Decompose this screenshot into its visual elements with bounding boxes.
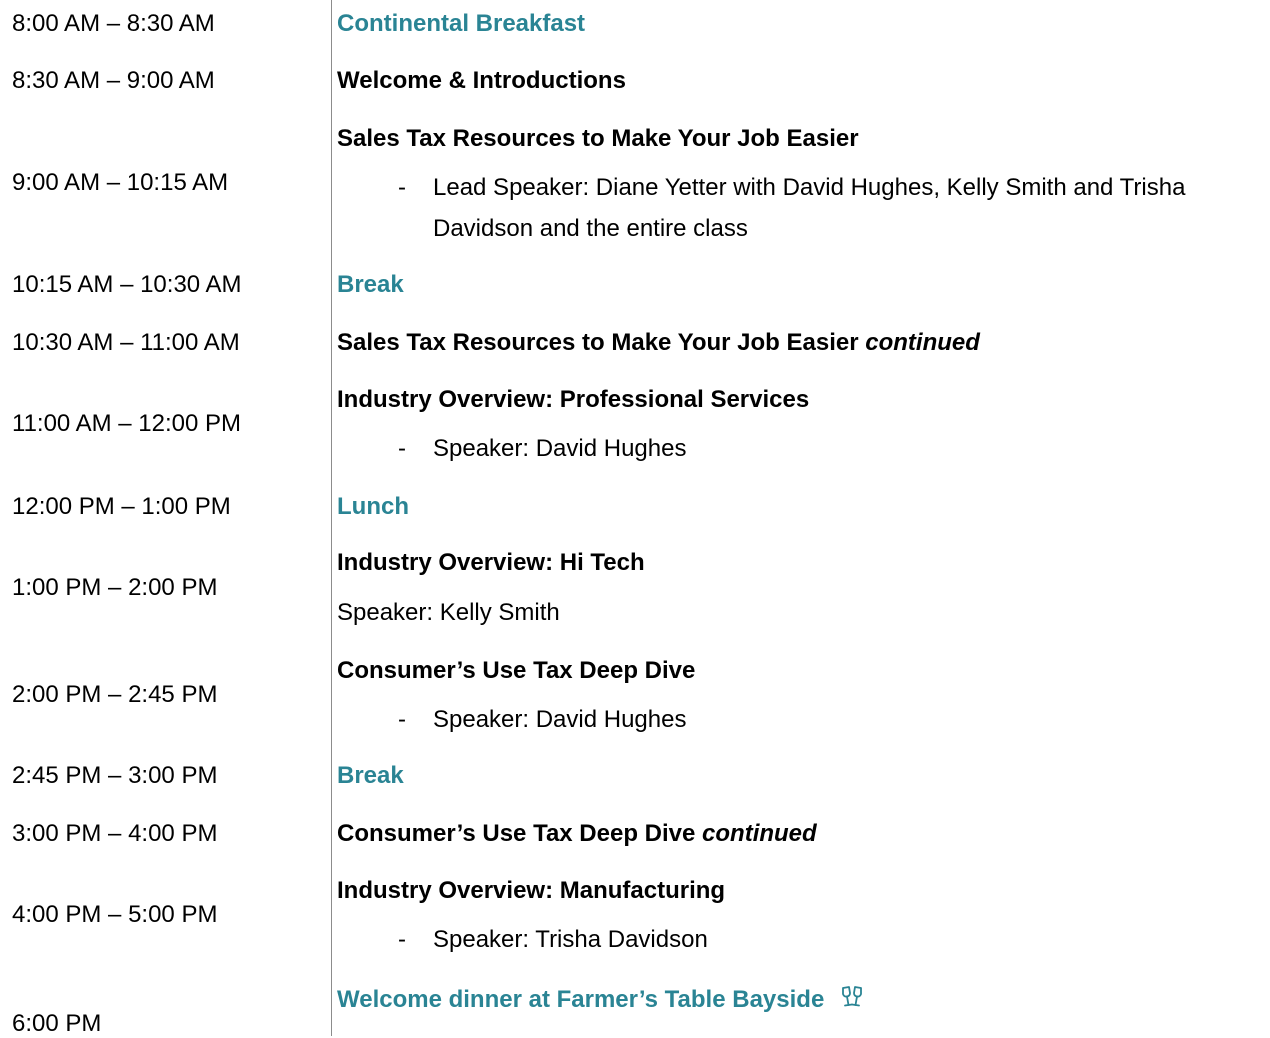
bullet-dash: -	[398, 435, 406, 462]
time-slot: 1:00 PM – 2:00 PM	[12, 574, 218, 601]
session-title-break: Lunch	[337, 493, 409, 520]
session-title: Industry Overview: Professional Services	[337, 386, 810, 413]
time-slot: 2:00 PM – 2:45 PM	[12, 681, 218, 708]
session-title-break: Continental Breakfast	[337, 10, 586, 37]
column-divider	[331, 0, 332, 1036]
time-slot: 12:00 PM – 1:00 PM	[12, 493, 231, 520]
session-title: Welcome & Introductions	[337, 67, 626, 94]
session-detail: Speaker: David Hughes	[433, 435, 687, 462]
time-slot: 8:30 AM – 9:00 AM	[12, 67, 215, 94]
time-slot: 2:45 PM – 3:00 PM	[12, 762, 218, 789]
bullet-dash: -	[398, 706, 406, 733]
session-title-break: Break	[337, 271, 404, 298]
toast-glasses-icon	[839, 984, 865, 1017]
session-title-break: Break	[337, 762, 404, 789]
time-slot: 11:00 AM – 12:00 PM	[12, 410, 242, 437]
time-slot: 10:15 AM – 10:30 AM	[12, 271, 242, 298]
session-detail: Lead Speaker: Diane Yetter with David Hu…	[433, 174, 1186, 201]
bullet-dash: -	[398, 926, 406, 953]
session-title: Industry Overview: Hi Tech	[337, 549, 645, 576]
session-title: Sales Tax Resources to Make Your Job Eas…	[337, 329, 980, 356]
bullet-dash: -	[398, 174, 406, 201]
time-slot: 3:00 PM – 4:00 PM	[12, 820, 218, 847]
time-slot: 6:00 PM	[12, 1010, 102, 1037]
session-title-dinner: Welcome dinner at Farmer’s Table Bayside	[337, 984, 865, 1017]
time-slot: 9:00 AM – 10:15 AM	[12, 169, 229, 196]
time-slot: 4:00 PM – 5:00 PM	[12, 901, 218, 928]
session-title: Consumer’s Use Tax Deep Dive	[337, 657, 696, 684]
time-slot: 8:00 AM – 8:30 AM	[12, 10, 215, 37]
session-detail: Davidson and the entire class	[433, 215, 748, 242]
session-detail: Speaker: Kelly Smith	[337, 599, 560, 626]
session-title: Consumer’s Use Tax Deep Dive continued	[337, 820, 817, 847]
session-title: Sales Tax Resources to Make Your Job Eas…	[337, 125, 859, 152]
session-detail: Speaker: Trisha Davidson	[433, 926, 708, 953]
session-title: Industry Overview: Manufacturing	[337, 877, 726, 904]
time-slot: 10:30 AM – 11:00 AM	[12, 329, 240, 356]
continued-note: continued	[702, 820, 817, 847]
session-detail: Speaker: David Hughes	[433, 706, 687, 733]
continued-note: continued	[865, 329, 980, 356]
